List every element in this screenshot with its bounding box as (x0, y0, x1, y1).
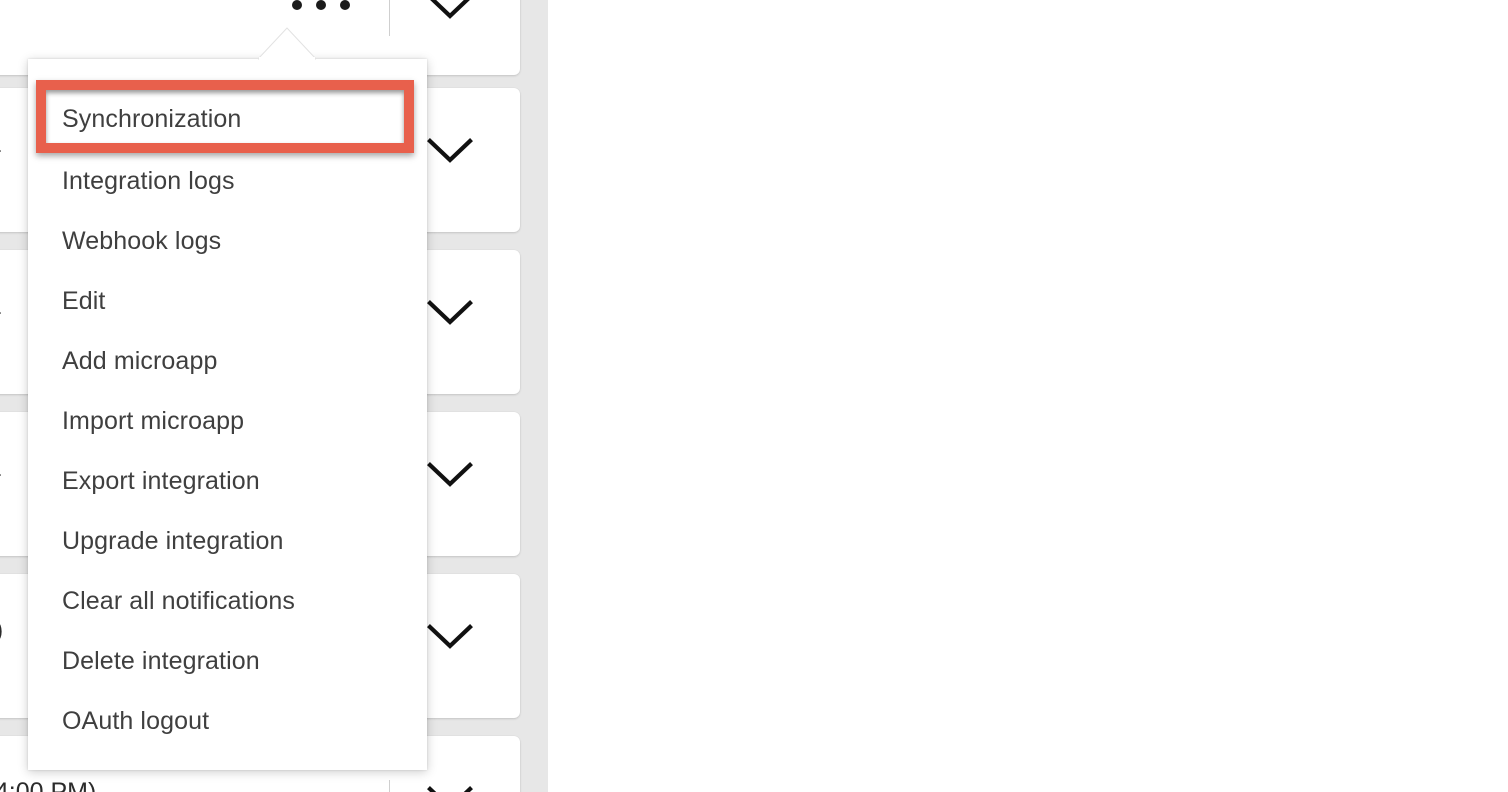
menu-item-label: OAuth logout (62, 707, 210, 735)
menu-item-label: Edit (62, 287, 106, 315)
menu-item-synchronization[interactable]: Synchronization (28, 87, 427, 151)
chevron-down-icon[interactable] (427, 300, 473, 326)
chevron-down-icon[interactable] (427, 786, 473, 792)
chevron-down-icon[interactable] (427, 624, 473, 650)
menu-item-export-integration[interactable]: Export integration (28, 451, 427, 511)
card-divider (389, 0, 390, 36)
menu-item-clear-all-notifications[interactable]: Clear all notifications (28, 571, 427, 631)
menu-item-integration-logs[interactable]: Integration logs (28, 151, 427, 211)
menu-item-label: Import microapp (62, 407, 245, 435)
chevron-down-icon[interactable] (427, 462, 473, 488)
chevron-down-icon[interactable] (427, 138, 473, 164)
integration-card-meta: 1 4:00 PM) (0, 778, 97, 792)
integration-card-meta: M) (0, 618, 3, 643)
menu-item-oauth-logout[interactable]: OAuth logout (28, 691, 427, 751)
menu-item-webhook-logs[interactable]: Webhook logs (28, 211, 427, 271)
menu-item-label: Upgrade integration (62, 527, 284, 555)
menu-item-label: Export integration (62, 467, 260, 495)
ellipsis-dot (340, 0, 350, 10)
screen-root: 21 21 21 M) (0, 0, 1508, 792)
menu-item-label: Delete integration (62, 647, 260, 675)
ellipsis-horizontal-icon[interactable] (292, 0, 350, 10)
menu-item-edit[interactable]: Edit (28, 271, 427, 331)
menu-item-label: Synchronization (62, 105, 242, 133)
card-divider (389, 780, 390, 792)
menu-item-upgrade-integration[interactable]: Upgrade integration (28, 511, 427, 571)
menu-item-import-microapp[interactable]: Import microapp (28, 391, 427, 451)
integration-card-meta: 21 (0, 132, 2, 157)
integration-card-meta: 21 (0, 456, 2, 481)
menu-item-label: Add microapp (62, 347, 218, 375)
integration-context-menu: Synchronization Integration logs Webhook… (28, 59, 427, 770)
ellipsis-dot (316, 0, 326, 10)
menu-item-label: Integration logs (62, 167, 235, 195)
menu-item-label: Clear all notifications (62, 587, 295, 615)
ellipsis-dot (292, 0, 302, 10)
context-menu-list: Synchronization Integration logs Webhook… (28, 59, 427, 751)
menu-item-delete-integration[interactable]: Delete integration (28, 631, 427, 691)
chevron-down-icon[interactable] (427, 0, 473, 20)
menu-item-label: Webhook logs (62, 227, 222, 255)
menu-item-add-microapp[interactable]: Add microapp (28, 331, 427, 391)
integration-card-meta: 21 (0, 294, 2, 319)
